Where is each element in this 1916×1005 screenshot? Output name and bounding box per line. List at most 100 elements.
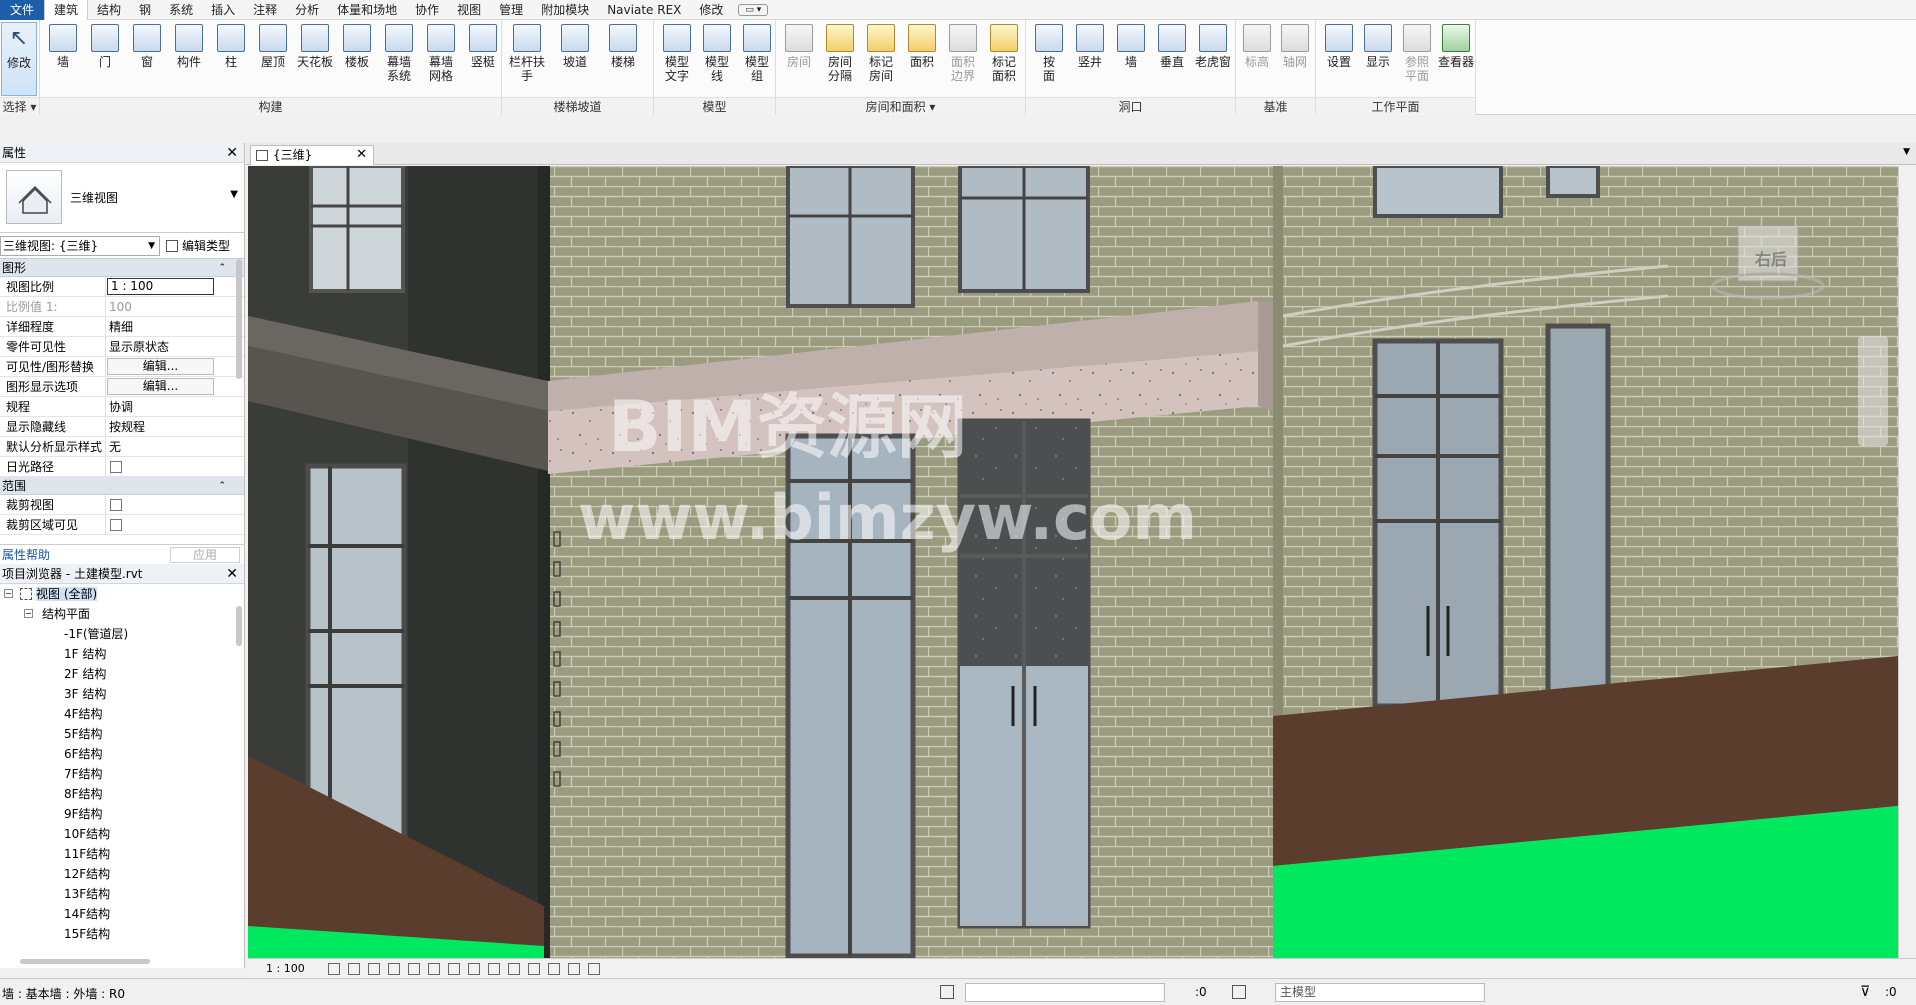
menu-tab-14[interactable]: 修改	[690, 0, 732, 20]
tree-group-structural-plan[interactable]: − 结构平面	[0, 604, 244, 624]
chevron-down-icon[interactable]: ▼	[1903, 147, 1910, 157]
shadows-icon[interactable]	[388, 963, 400, 975]
property-group-header[interactable]: 图形 ⌃	[0, 259, 244, 277]
show-crop-icon[interactable]	[448, 963, 460, 975]
crop-view-icon[interactable]	[428, 963, 440, 975]
editable-only-icon[interactable]	[1232, 985, 1246, 999]
property-value[interactable]: 显示原状态	[106, 337, 244, 356]
properties-scrollbar[interactable]	[236, 259, 242, 379]
room-button-4[interactable]: 面积 边界	[944, 22, 982, 96]
tab-3d-view[interactable]: {三维} ✕	[250, 145, 374, 165]
tree-item-structural-plan[interactable]: 5F结构	[0, 724, 244, 744]
menu-tab-0[interactable]: 文件	[0, 0, 45, 20]
property-value[interactable]	[106, 495, 244, 514]
browser-scrollbar[interactable]	[236, 606, 242, 646]
model-button-1[interactable]: 模型 线	[698, 22, 736, 96]
opening-button-2[interactable]: 墙	[1112, 22, 1150, 96]
edit-type-button[interactable]: 编辑类型	[166, 237, 230, 254]
build-button-10[interactable]: 竖梃	[464, 22, 502, 96]
property-value[interactable]: 无	[106, 437, 244, 456]
menu-tab-6[interactable]: 注释	[244, 0, 286, 20]
render-icon[interactable]	[408, 963, 420, 975]
property-value[interactable]: 编辑...	[106, 377, 244, 396]
property-value[interactable]: 编辑...	[106, 357, 244, 376]
tree-item-structural-plan[interactable]: 4F结构	[0, 704, 244, 724]
opening-button-0[interactable]: 按 面	[1030, 22, 1068, 96]
detail-level-icon[interactable]	[328, 963, 340, 975]
ribbon-toggle-icon[interactable]: ▭ ▾	[738, 3, 769, 16]
property-value[interactable]: 精细	[106, 317, 244, 336]
tree-item-structural-plan[interactable]: 12F结构	[0, 864, 244, 884]
workset-select[interactable]	[965, 983, 1165, 1002]
property-value[interactable]	[106, 457, 244, 476]
build-button-9[interactable]: 幕墙 网格	[422, 22, 460, 96]
properties-help-link[interactable]: 属性帮助	[2, 545, 50, 565]
build-button-6[interactable]: 天花板	[296, 22, 334, 96]
highlight-displacement-icon[interactable]	[568, 963, 580, 975]
close-icon[interactable]: ✕	[226, 143, 238, 163]
room-button-3[interactable]: 面积	[903, 22, 941, 96]
menu-tab-1[interactable]: 建筑	[44, 0, 89, 20]
panel-select-title[interactable]: 选择 ▾	[0, 97, 39, 115]
opening-button-3[interactable]: 垂直	[1153, 22, 1191, 96]
room-button-0[interactable]: 房间	[780, 22, 818, 96]
stairs-button-0[interactable]: 栏杆扶手	[508, 22, 546, 96]
tree-item-structural-plan[interactable]: 9F结构	[0, 804, 244, 824]
menu-tab-9[interactable]: 协作	[406, 0, 448, 20]
scale-input[interactable]: 1 : 100	[107, 278, 214, 295]
edit-button[interactable]: 编辑...	[107, 358, 214, 375]
room-button-2[interactable]: 标记 房间	[862, 22, 900, 96]
workplane-button-3[interactable]: 查看器	[1437, 22, 1475, 96]
worksets-icon[interactable]	[940, 985, 954, 999]
build-button-4[interactable]: 柱	[212, 22, 250, 96]
checkbox[interactable]	[110, 461, 122, 473]
build-button-1[interactable]: 门	[86, 22, 124, 96]
room-button-5[interactable]: 标记 面积	[985, 22, 1023, 96]
tree-item-structural-plan[interactable]: 2F 结构	[0, 664, 244, 684]
property-value[interactable]: 协调	[106, 397, 244, 416]
viewcube-face-label[interactable]: 右后	[1755, 246, 1787, 270]
collapse-icon[interactable]: −	[24, 609, 33, 618]
view-scale[interactable]: 1 : 100	[266, 959, 305, 979]
apply-button[interactable]: 应用	[170, 547, 240, 563]
model-button-0[interactable]: 模型 文字	[658, 22, 696, 96]
active-model-select[interactable]: 主模型	[1275, 983, 1485, 1002]
temp-hide-icon[interactable]	[488, 963, 500, 975]
property-value[interactable]: 按规程	[106, 417, 244, 436]
tree-item-structural-plan[interactable]: -1F(管道层)	[0, 624, 244, 644]
collapse-icon[interactable]: −	[4, 589, 13, 598]
menu-tab-3[interactable]: 钢	[130, 0, 160, 20]
close-icon[interactable]: ✕	[356, 146, 367, 164]
tree-item-structural-plan[interactable]: 8F结构	[0, 784, 244, 804]
analytical-model-icon[interactable]	[548, 963, 560, 975]
menu-tab-7[interactable]: 分析	[286, 0, 328, 20]
type-selector[interactable]: 三维视图 ▼	[0, 163, 244, 233]
property-value[interactable]	[106, 515, 244, 534]
unlock-3d-icon[interactable]	[468, 963, 480, 975]
build-button-8[interactable]: 幕墙 系统	[380, 22, 418, 96]
menu-tab-2[interactable]: 结构	[88, 0, 130, 20]
build-button-3[interactable]: 构件	[170, 22, 208, 96]
menu-tab-13[interactable]: Naviate REX	[598, 0, 690, 20]
menu-tab-4[interactable]: 系统	[160, 0, 202, 20]
constraints-icon[interactable]	[588, 963, 600, 975]
close-icon[interactable]: ✕	[226, 564, 238, 584]
stairs-button-1[interactable]: 坡道	[556, 22, 594, 96]
checkbox[interactable]	[110, 499, 122, 511]
build-button-2[interactable]: 窗	[128, 22, 166, 96]
collapse-icon[interactable]: ⌃	[218, 477, 226, 495]
3d-viewport[interactable]: 右后 BIM资源网 www.bimzyw.com	[248, 166, 1898, 958]
checkbox[interactable]	[110, 519, 122, 531]
tree-item-structural-plan[interactable]: 6F结构	[0, 744, 244, 764]
opening-button-4[interactable]: 老虎窗	[1194, 22, 1232, 96]
visual-style-icon[interactable]	[348, 963, 360, 975]
build-button-7[interactable]: 楼板	[338, 22, 376, 96]
stairs-button-2[interactable]: 楼梯	[604, 22, 642, 96]
sun-path-icon[interactable]	[368, 963, 380, 975]
menu-tab-8[interactable]: 体量和场地	[328, 0, 406, 20]
tree-item-structural-plan[interactable]: 15F结构	[0, 924, 244, 944]
property-group-header[interactable]: 范围 ⌃	[0, 477, 244, 495]
model-button-2[interactable]: 模型 组	[738, 22, 776, 96]
tree-item-structural-plan[interactable]: 10F结构	[0, 824, 244, 844]
room-button-1[interactable]: 房间 分隔	[821, 22, 859, 96]
